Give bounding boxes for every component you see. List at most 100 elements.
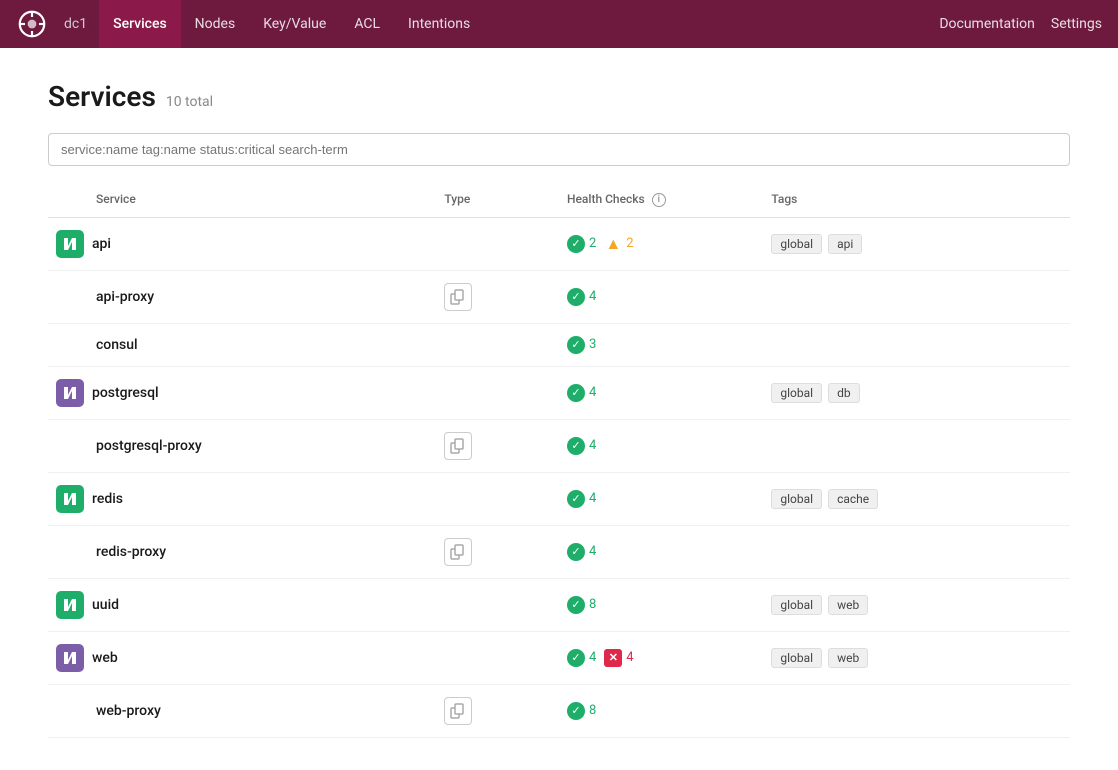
health-count-green: 3 — [589, 337, 596, 352]
service-name: postgresql — [92, 385, 159, 401]
nav-services[interactable]: Services — [99, 0, 181, 48]
navbar: dc1 Services Nodes Key/Value ACL Intenti… — [0, 0, 1118, 48]
health-badge-green: ✓4 — [567, 649, 596, 667]
datacenter-label: dc1 — [56, 16, 95, 32]
service-tag: api — [828, 234, 862, 254]
check-green-icon: ✓ — [567, 336, 585, 354]
col-header-service: Service — [48, 186, 436, 217]
service-name: web — [92, 650, 118, 666]
service-name: redis-proxy — [96, 544, 166, 560]
table-row[interactable]: api-proxy ✓4 — [48, 270, 1070, 323]
check-green-icon: ✓ — [567, 437, 585, 455]
proxy-type-icon — [444, 538, 472, 566]
table-row[interactable]: uuid✓8globalweb — [48, 578, 1070, 631]
health-badge-green: ✓8 — [567, 596, 596, 614]
check-green-icon: ✓ — [567, 649, 585, 667]
page-title: Services — [48, 80, 156, 113]
table-row[interactable]: web-proxy ✓8 — [48, 684, 1070, 737]
service-type-icon — [56, 230, 84, 258]
table-row[interactable]: redis-proxy ✓4 — [48, 525, 1070, 578]
service-name: consul — [96, 337, 138, 353]
check-green-icon: ✓ — [567, 235, 585, 253]
check-green-icon: ✓ — [567, 543, 585, 561]
service-tag: db — [828, 383, 860, 403]
service-tag: global — [771, 648, 822, 668]
proxy-type-icon — [444, 283, 472, 311]
main-content: Services 10 total Service Type Health Ch… — [0, 48, 1118, 770]
nav-intentions[interactable]: Intentions — [394, 0, 484, 48]
health-cell: ✓8 — [567, 596, 755, 614]
health-badge-green: ✓4 — [567, 288, 596, 306]
health-badge-green: ✓4 — [567, 384, 596, 402]
nav-links: Services Nodes Key/Value ACL Intentions — [99, 0, 939, 48]
check-error-icon: ✕ — [604, 649, 622, 667]
table-row[interactable]: web✓4✕4globalweb — [48, 631, 1070, 684]
health-cell: ✓4 — [567, 288, 755, 306]
health-badge-green: ✓8 — [567, 702, 596, 720]
tags-cell: globalweb — [771, 595, 1062, 615]
tags-cell: global api — [771, 234, 1062, 254]
service-name: redis — [92, 491, 123, 507]
check-green-icon: ✓ — [567, 384, 585, 402]
health-badge-green: ✓4 — [567, 437, 596, 455]
tags-cell: global cache — [771, 489, 1062, 509]
service-tag: global — [771, 383, 822, 403]
nav-nodes[interactable]: Nodes — [181, 0, 250, 48]
check-green-icon: ✓ — [567, 702, 585, 720]
navbar-right: Documentation Settings — [939, 16, 1102, 32]
health-count-green: 4 — [589, 385, 596, 400]
health-count-warn: 2 — [626, 236, 633, 251]
health-cell: ✓2▲2 — [567, 235, 755, 253]
health-cell: ✓4 — [567, 543, 755, 561]
health-count-green: 2 — [589, 236, 596, 251]
proxy-type-icon — [444, 432, 472, 460]
table-header: Service Type Health Checks i Tags — [48, 186, 1070, 217]
health-count-green: 8 — [589, 703, 596, 718]
nav-keyvalue[interactable]: Key/Value — [249, 0, 340, 48]
service-name: postgresql-proxy — [96, 438, 202, 454]
service-type-icon — [56, 485, 84, 513]
health-cell: ✓4 — [567, 384, 755, 402]
health-badge-green: ✓2 — [567, 235, 596, 253]
table-row[interactable]: postgresql-proxy ✓4 — [48, 419, 1070, 472]
service-type-icon — [56, 591, 84, 619]
health-count-green: 4 — [589, 289, 596, 304]
health-count-green: 4 — [589, 650, 596, 665]
table-row[interactable]: consul✓3 — [48, 323, 1070, 366]
check-green-icon: ✓ — [567, 288, 585, 306]
services-table: Service Type Health Checks i Tags api✓2▲… — [48, 186, 1070, 738]
service-name: uuid — [92, 597, 119, 613]
col-header-type: Type — [436, 186, 559, 217]
health-info-icon: i — [652, 193, 666, 207]
health-cell: ✓8 — [567, 702, 755, 720]
table-row[interactable]: api✓2▲2globalapi — [48, 217, 1070, 270]
settings-link[interactable]: Settings — [1051, 16, 1102, 32]
service-type-icon — [56, 644, 84, 672]
search-input[interactable] — [48, 133, 1070, 166]
service-tag: web — [828, 648, 868, 668]
health-count-error: 4 — [626, 650, 633, 665]
check-warn-icon: ▲ — [604, 235, 622, 253]
table-row[interactable]: postgresql✓4globaldb — [48, 366, 1070, 419]
health-count-green: 8 — [589, 597, 596, 612]
col-header-tags: Tags — [763, 186, 1070, 217]
health-badge-error: ✕4 — [604, 649, 633, 667]
service-name: web-proxy — [96, 703, 161, 719]
table-row[interactable]: redis ✓4 global cache — [48, 472, 1070, 525]
health-count-green: 4 — [589, 438, 596, 453]
health-cell: ✓4 — [567, 437, 755, 455]
page-count: 10 total — [166, 94, 213, 110]
page-title-row: Services 10 total — [48, 80, 1070, 113]
service-tag: global — [771, 489, 822, 509]
service-name: api — [92, 236, 111, 252]
health-badge-green: ✓4 — [567, 490, 596, 508]
documentation-link[interactable]: Documentation — [939, 16, 1035, 32]
health-cell: ✓4 — [567, 490, 755, 508]
health-badge-warn: ▲2 — [604, 235, 633, 253]
check-green-icon: ✓ — [567, 596, 585, 614]
nav-acl[interactable]: ACL — [340, 0, 394, 48]
service-tag: global — [771, 234, 822, 254]
health-badge-green: ✓3 — [567, 336, 596, 354]
service-tag: cache — [828, 489, 878, 509]
service-tag: web — [828, 595, 868, 615]
